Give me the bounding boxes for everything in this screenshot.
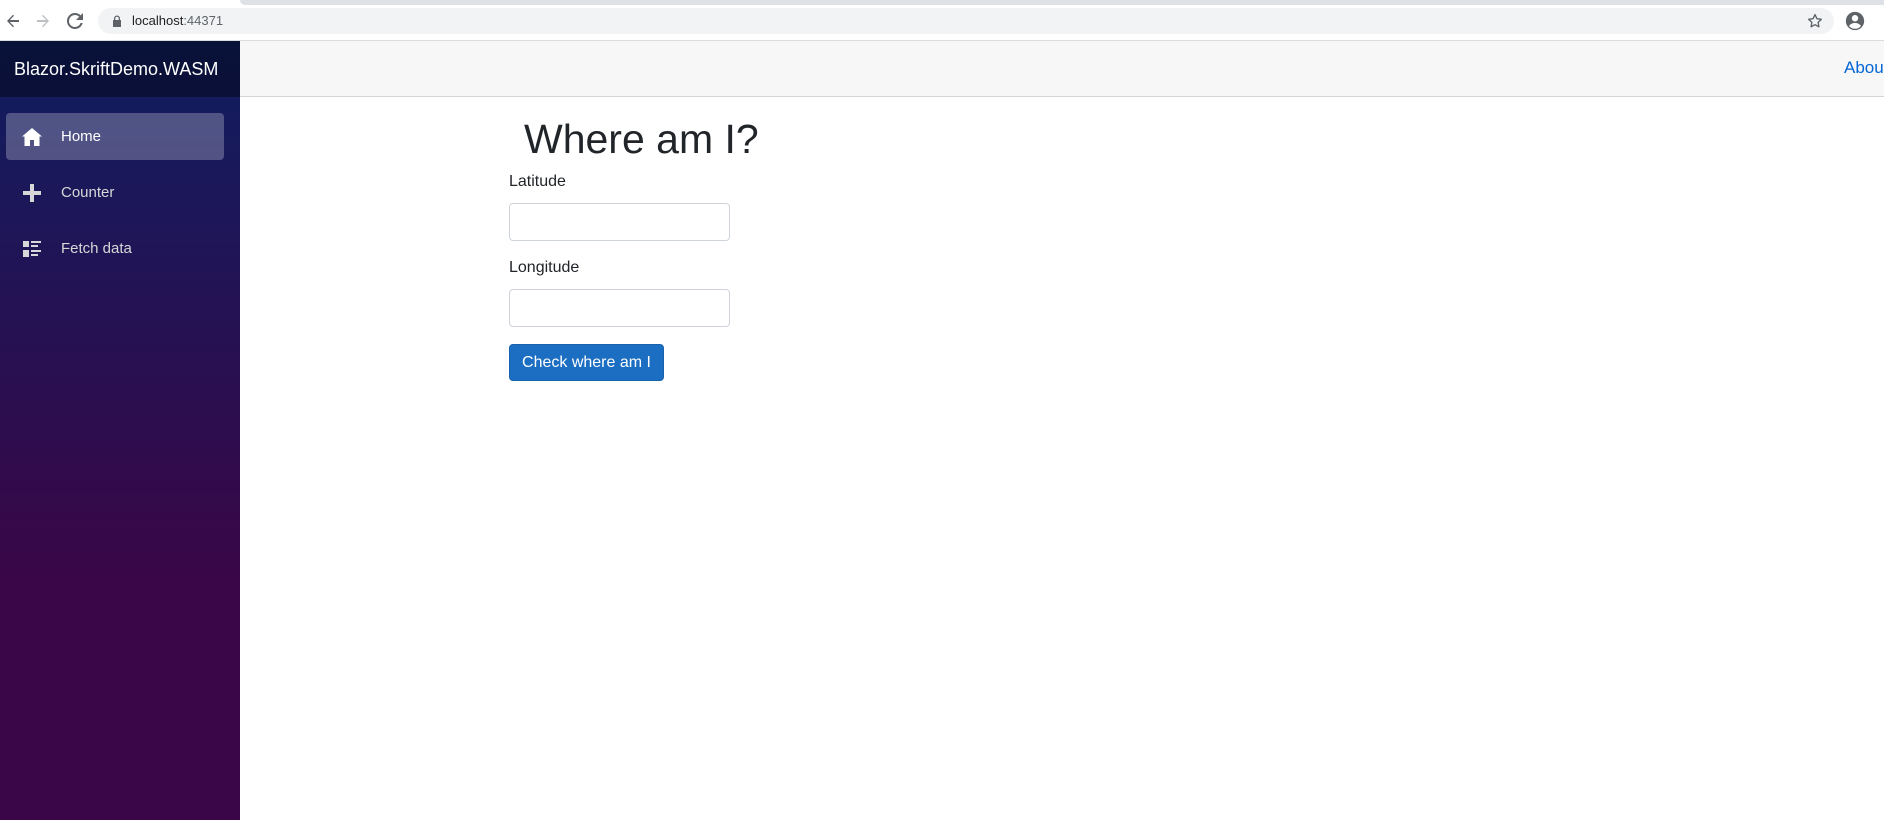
address-bar[interactable]: localhost:44371 <box>98 8 1834 34</box>
arrow-left-icon <box>7 14 19 28</box>
longitude-input[interactable] <box>509 289 730 327</box>
app-brand[interactable]: Blazor.SkriftDemo.WASM <box>14 59 218 80</box>
page-title: Where am I? <box>524 116 759 162</box>
check-location-button[interactable]: Check where am I <box>509 344 664 381</box>
url-text: localhost:44371 <box>132 13 223 28</box>
lock-icon <box>113 15 121 27</box>
arrow-right-icon <box>37 14 49 28</box>
longitude-label: Longitude <box>509 259 580 276</box>
sidebar: Blazor.SkriftDemo.WASM Home Counter Fetc… <box>0 41 240 820</box>
latitude-label: Latitude <box>509 173 566 190</box>
account-circle-icon <box>1845 11 1865 31</box>
url-port: :44371 <box>183 13 224 28</box>
tab-strip-edge <box>240 0 1884 5</box>
about-link[interactable]: About <box>1844 58 1884 78</box>
reload-button[interactable] <box>64 10 86 32</box>
home-icon <box>21 126 43 148</box>
nav-item-label: Fetch data <box>61 240 132 257</box>
latitude-input[interactable] <box>509 203 730 241</box>
back-button[interactable] <box>2 10 24 32</box>
nav-menu: Home Counter Fetch data <box>0 97 240 272</box>
nav-item-counter[interactable]: Counter <box>6 169 224 216</box>
plus-icon <box>21 182 43 204</box>
top-row: About <box>240 41 1884 97</box>
nav-item-home[interactable]: Home <box>6 113 224 160</box>
browser-toolbar: localhost:44371 <box>0 0 1884 41</box>
star-icon[interactable] <box>1806 12 1824 30</box>
nav-item-label: Counter <box>61 184 115 201</box>
url-host: localhost <box>132 13 184 28</box>
nav-item-label: Home <box>61 128 102 145</box>
nav-item-fetch-data[interactable]: Fetch data <box>6 225 224 272</box>
reload-icon <box>67 13 83 29</box>
profile-button[interactable] <box>1844 10 1866 37</box>
list-rich-icon <box>21 238 43 260</box>
forward-button[interactable] <box>32 10 54 32</box>
brand-row: Blazor.SkriftDemo.WASM <box>0 41 240 97</box>
